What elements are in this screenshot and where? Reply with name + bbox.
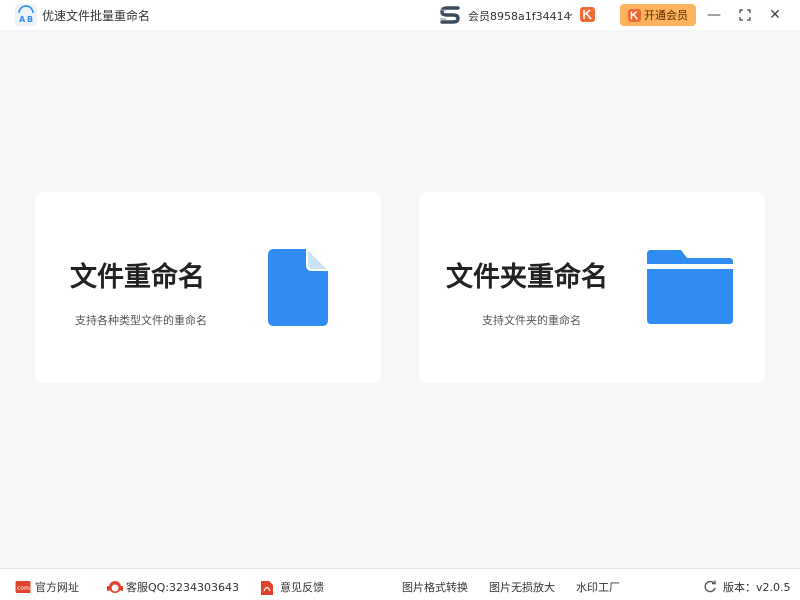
folder-rename-description: 支持文件夹的重命名	[482, 314, 581, 327]
image-convert-label: 图片格式转换	[402, 581, 468, 594]
feedback-link[interactable]: 意见反馈	[260, 579, 324, 595]
support-qq-label: 客服QQ:3234303643	[126, 581, 240, 594]
watermark-link[interactable]: 水印工厂	[576, 579, 620, 595]
close-button[interactable]: ✕	[765, 5, 785, 25]
customer-service-icon	[106, 580, 123, 594]
refresh-icon	[703, 580, 719, 594]
svg-text:com: com	[17, 585, 30, 592]
folder-rename-title: 文件夹重命名	[446, 262, 608, 293]
user-account-name[interactable]: 会员8958a1f34414	[468, 8, 571, 24]
brand-s-icon	[438, 5, 462, 25]
svg-text:A: A	[19, 15, 26, 24]
feedback-label: 意见反馈	[280, 581, 324, 594]
vip-icon	[628, 8, 641, 22]
open-vip-button[interactable]: 开通会员	[620, 4, 696, 26]
pdf-feedback-icon	[260, 580, 276, 595]
folder-rename-card[interactable]: 文件夹重命名 支持文件夹的重命名	[419, 192, 765, 383]
watermark-label: 水印工厂	[576, 581, 620, 594]
app-logo-icon: A B	[15, 4, 37, 26]
image-enlarge-label: 图片无损放大	[489, 581, 555, 594]
image-convert-link[interactable]: 图片格式转换	[402, 579, 468, 595]
app-title: 优速文件批量重命名	[42, 9, 151, 23]
open-vip-label: 开通会员	[644, 9, 688, 22]
title-bar: A B 优速文件批量重命名 会员8958a1f34414 ⌄ 开通会员 — ✕	[0, 0, 800, 30]
version-info[interactable]: 版本：v2.0.5	[703, 579, 791, 595]
svg-text:B: B	[27, 15, 33, 24]
minimize-button[interactable]: —	[704, 5, 724, 25]
image-enlarge-link[interactable]: 图片无损放大	[489, 579, 555, 595]
official-website-label: 官方网址	[35, 581, 79, 594]
support-qq-link[interactable]: 客服QQ:3234303643	[106, 579, 239, 595]
website-icon: com	[15, 580, 31, 594]
file-rename-description: 支持各种类型文件的重命名	[75, 314, 207, 327]
file-rename-title: 文件重命名	[70, 262, 205, 293]
chevron-down-icon[interactable]: ⌄	[566, 8, 574, 19]
official-website-link[interactable]: com 官方网址	[15, 579, 79, 595]
vip-badge-icon	[580, 7, 595, 22]
footer-bar: com 官方网址 客服QQ:3234303643 意见反馈 图片格式转换 图片无…	[0, 568, 800, 600]
maximize-icon	[739, 9, 751, 21]
version-label: 版本：v2.0.5	[723, 581, 791, 594]
file-icon	[268, 249, 328, 330]
file-rename-card[interactable]: 文件重命名 支持各种类型文件的重命名	[35, 192, 381, 383]
maximize-button[interactable]	[735, 5, 755, 25]
folder-icon	[647, 250, 733, 328]
